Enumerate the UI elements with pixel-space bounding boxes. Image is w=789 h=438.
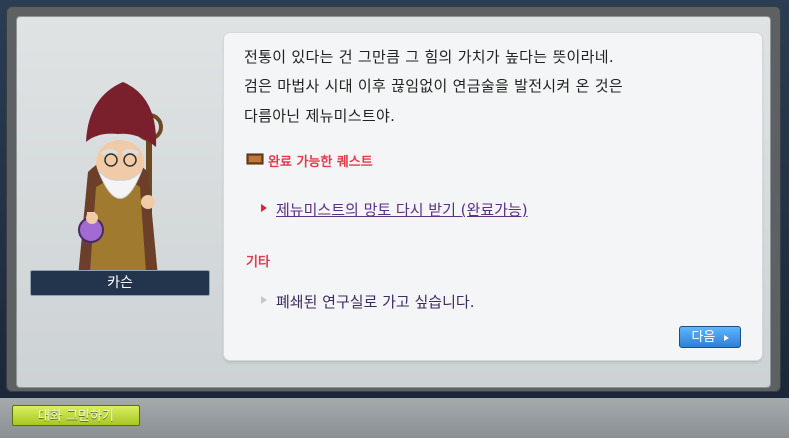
quest-section-title: 완료 가능한 퀘스트 <box>268 155 373 170</box>
book-icon <box>246 151 264 170</box>
npc-portrait <box>18 22 218 297</box>
bottom-bar: 대화 그만하기 <box>0 398 789 438</box>
dialog-line-1: 전통이 있다는 건 그만큼 그 힘의 가치가 높다는 뜻이라네. <box>244 48 614 66</box>
next-button-label: 다음 <box>691 330 716 345</box>
npc-sprite <box>78 82 163 282</box>
quest-option-link[interactable]: 제뉴미스트의 망토 다시 받기 (완료가능) <box>276 199 528 220</box>
arrow-right-icon <box>723 334 729 341</box>
arrow-right-icon <box>261 204 267 212</box>
dialog-line-2: 검은 마법사 시대 이후 끊임없이 연금술을 발전시켜 온 것은 <box>244 77 623 95</box>
end-chat-button[interactable]: 대화 그만하기 <box>12 405 140 426</box>
dialog-line-3: 다름아닌 제뉴미스트야. <box>244 107 396 125</box>
arrow-right-icon <box>261 296 267 304</box>
dialog-text-panel: 전통이 있다는 건 그만큼 그 힘의 가치가 높다는 뜻이라네. 검은 마법사 … <box>224 33 762 360</box>
other-section-title: 기타 <box>246 255 270 270</box>
other-option-link[interactable]: 폐쇄된 연구실로 가고 싶습니다. <box>276 291 474 312</box>
next-button[interactable]: 다음 <box>679 326 741 348</box>
npc-name-plate: 카슨 <box>30 270 210 296</box>
